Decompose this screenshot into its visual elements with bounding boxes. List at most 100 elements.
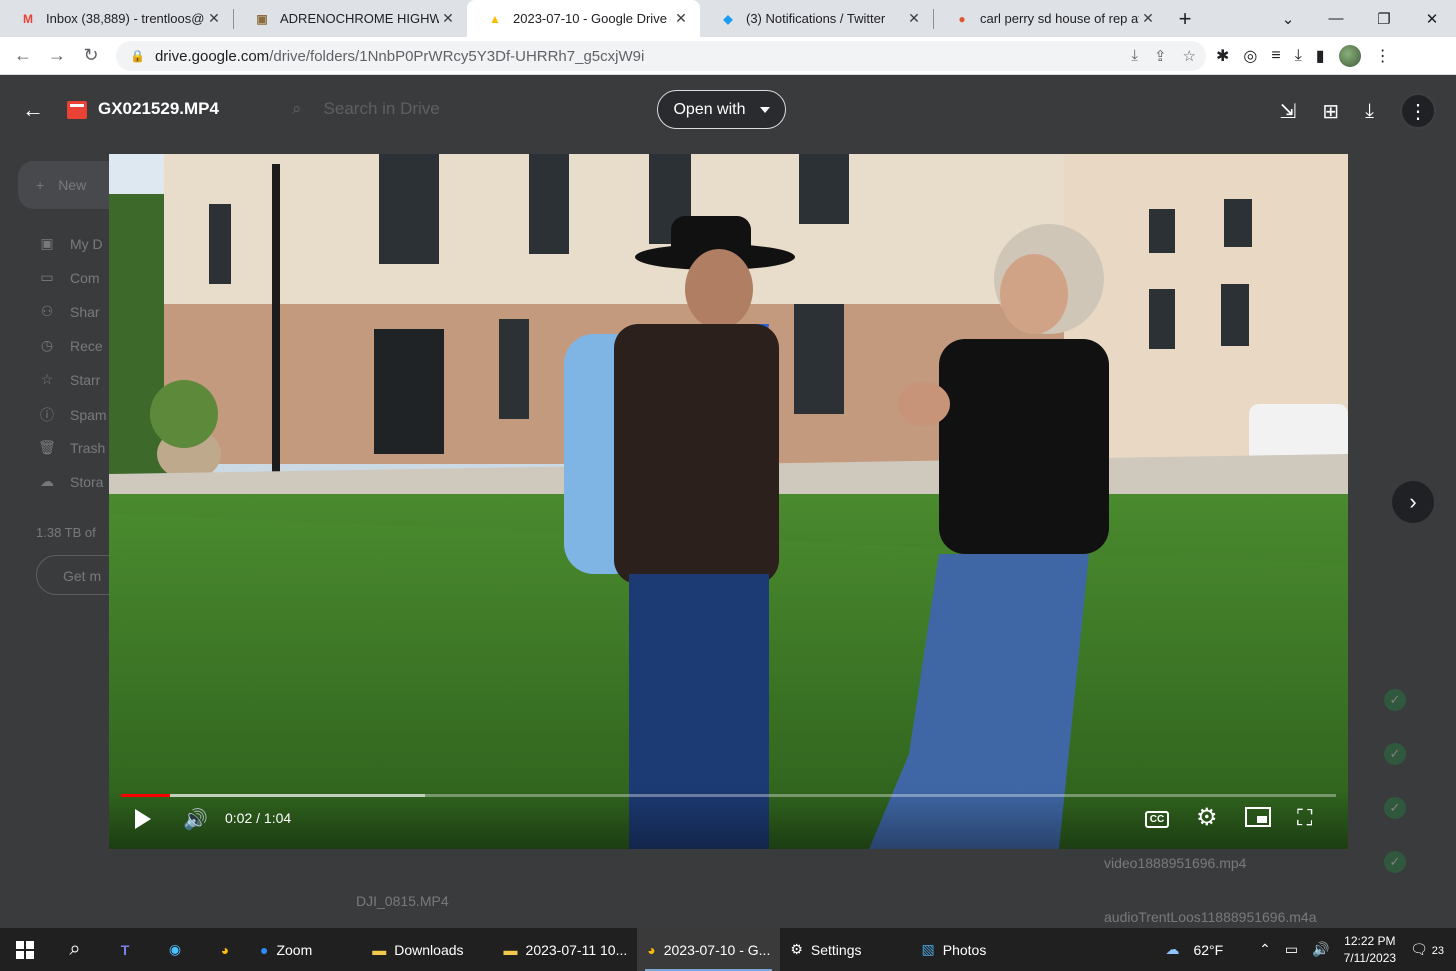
extension-icon[interactable]: ◎ [1243,46,1257,66]
teams-icon[interactable]: T [100,928,150,971]
side-panel-icon[interactable]: ▮ [1316,46,1325,66]
file-name-title: GX021529.MP4 [98,99,219,118]
profile-avatar[interactable] [1338,45,1361,67]
close-icon[interactable]: ✕ [439,10,457,27]
gear-icon: ⚙ [790,941,803,957]
close-icon[interactable]: ✕ [205,10,223,27]
cloud-icon: ☁ [40,473,54,489]
settings-gear-icon[interactable]: ⚙ [1196,803,1218,832]
chevron-right-icon: › [1409,489,1417,514]
building-upper [164,154,1064,304]
chrome-menu-icon[interactable]: ⋮ [1375,46,1391,66]
browser-tab[interactable]: M Inbox (38,889) - trentloos@g ✕ [0,0,233,37]
back-arrow-icon[interactable]: ← [22,97,44,123]
fullscreen-icon[interactable]: ⛶ [1297,805,1312,831]
search-placeholder: Search in Drive [323,99,440,118]
tab-title: Inbox (38,889) - trentloos@g [46,11,205,26]
taskbar-app-label: 2023-07-11 10... [525,941,628,958]
seek-bar[interactable] [121,794,1336,797]
taskbar-app-label: Settings [810,941,862,958]
drive-icon: ▣ [40,235,54,251]
close-icon[interactable]: ✕ [1139,10,1157,27]
search-icon[interactable]: ⌕ [50,928,100,971]
more-actions-icon[interactable]: ⋮ [1400,93,1436,129]
forward-arrow-icon[interactable]: → [40,45,74,66]
app-icon[interactable]: ◉ [150,928,200,971]
back-arrow-icon[interactable]: ← [6,45,40,66]
browser-tab[interactable]: ◆ (3) Notifications / Twitter ✕ [700,0,933,37]
tab-search-icon[interactable]: ⌄ [1264,10,1312,28]
sidebar-item-my-drive: ▣ My D [38,235,102,252]
browser-tab[interactable]: ▣ ADRENOCHROME HIGHWAY ✕ [234,0,467,37]
sidebar-item-starred: ☆ Starr [38,371,101,388]
windows-taskbar: ⌕ T ◉ ◕ ● Zoom ▬ Downloads ▬ 2023-07-11 10.… [0,928,1456,971]
media-control-icon[interactable]: ≡ [1271,47,1280,65]
sidebar-item-recent: ◷ Rece [38,337,103,354]
new-tab-button[interactable]: + [1167,6,1203,32]
tab-title: carl perry sd house of rep at [980,11,1139,26]
notification-icon[interactable]: 🗨 23 [1410,941,1444,958]
star-icon: ☆ [40,371,54,387]
lock-icon[interactable]: 🔒 [130,49,145,63]
url-host: drive.google.com [154,47,270,65]
weather-icon[interactable]: ☁ [1165,941,1179,958]
tab-title: 2023-07-10 - Google Drive [513,11,667,26]
address-bar[interactable]: 🔒 drive.google.com/drive/folders/1NnbP0P… [116,41,1206,71]
add-shortcut-icon[interactable]: ⊞ [1322,99,1339,124]
video-file-icon [67,101,87,119]
taskbar-app-downloads[interactable]: ▬ Downloads [362,928,473,971]
close-icon[interactable]: ✕ [672,10,690,27]
taskbar-app-photos[interactable]: ▧ Photos [912,928,997,971]
window [794,304,844,414]
storage-usage-text: 1.38 TB of [36,525,96,540]
next-file-button[interactable]: › [1392,481,1434,523]
system-clock[interactable]: 12:22 PM 7/11/2023 [1344,933,1397,967]
taskbar-app-settings[interactable]: ⚙ Settings [780,928,871,971]
extension-area: ✱ ◎ ≡ ⤓ ▮ ⋮ [1216,37,1391,75]
window [1221,284,1249,346]
miniplayer-icon[interactable] [1245,807,1271,827]
weather-temp[interactable]: 62°F [1193,942,1223,958]
video-player[interactable]: 🔊 0:02 / 1:04 CC ⚙ ⛶ [109,154,1348,849]
browser-tab-active[interactable]: ▲ 2023-07-10 - Google Drive ✕ [467,0,700,37]
browser-tab[interactable]: ● carl perry sd house of rep at ✕ [934,0,1167,37]
window [529,154,569,254]
chevron-up-icon[interactable]: ⌃ [1259,941,1271,958]
tab-title: ADRENOCHROME HIGHWAY [280,11,439,26]
drive-search-dimmed: ⌕ Search in Drive [292,99,440,119]
install-icon[interactable]: ⤓ [1131,47,1138,65]
close-window-button[interactable]: ✕ [1408,10,1456,28]
extensions-puzzle-icon[interactable]: ✱ [1216,46,1229,66]
viewer-actions: ⇲ ⊞ ⤓ ⋮ [1280,93,1436,129]
clock-time: 12:22 PM [1344,933,1396,948]
battery-icon[interactable]: ▭ [1285,941,1298,958]
taskbar-app-zoom[interactable]: ● Zoom [250,928,322,971]
maximize-button[interactable]: ❐ [1360,10,1408,28]
dropdown-caret-icon [759,106,770,113]
taskbar-app-chrome[interactable]: ◕ 2023-07-10 - G... [637,928,781,971]
closed-captions-icon[interactable]: CC [1145,811,1169,828]
downloads-icon[interactable]: ⤓ [1295,47,1302,65]
sidebar-label: Spam [70,407,107,423]
start-button[interactable] [0,928,50,971]
download-icon[interactable]: ⤓ [1365,100,1374,123]
minimize-button[interactable]: — [1312,10,1360,27]
chrome-icon[interactable]: ◕ [200,928,250,971]
share-icon[interactable]: ⇪ [1154,47,1167,65]
url-path: /drive/folders/1NnbP0PrWRcy5Y3Df-UHRRh7_… [269,47,645,65]
window [209,204,231,284]
lamp-post [272,164,280,504]
window [1224,199,1252,247]
gmail-icon: M [23,11,33,26]
volume-icon[interactable]: 🔊 [1312,941,1329,958]
bookmark-star-icon[interactable]: ☆ [1183,47,1196,65]
volume-icon[interactable]: 🔊 [183,807,208,832]
reload-icon[interactable]: ↻ [74,45,108,66]
sidebar-label: Com [70,269,100,286]
play-icon[interactable] [135,809,151,829]
close-icon[interactable]: ✕ [905,10,923,27]
open-with-button[interactable]: Open with [657,90,786,129]
move-to-folder-icon[interactable]: ⇲ [1280,99,1297,124]
viewer-top-bar: ← GX021529.MP4 ⌕ Search in Drive Open wit… [0,75,1456,145]
taskbar-app-folder[interactable]: ▬ 2023-07-11 10... [494,928,638,971]
